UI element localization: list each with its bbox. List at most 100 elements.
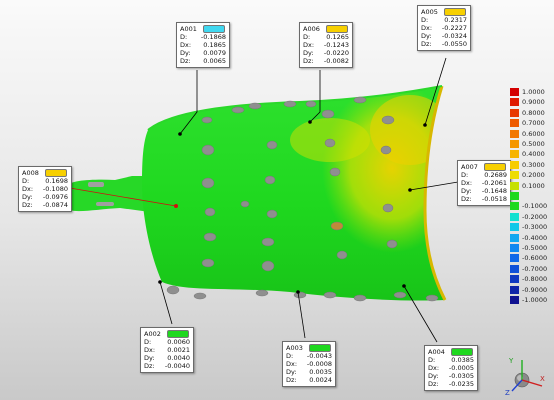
scale-swatch xyxy=(510,202,519,211)
annotation-color-swatch xyxy=(309,343,331,352)
scale-entry: 0.5000 xyxy=(510,139,552,149)
annotation-dy-value: 0.0035 xyxy=(309,368,332,376)
scale-swatch xyxy=(510,285,519,294)
scale-entry: -0.6000 xyxy=(510,253,552,263)
field-label-dz: Dz: xyxy=(303,57,314,65)
annotation-dz-value: -0.0082 xyxy=(323,57,349,65)
field-label-dz: Dz: xyxy=(180,57,191,65)
annotation-dy-value: -0.0324 xyxy=(441,32,467,40)
scale-label: 0.3000 xyxy=(522,160,545,169)
annotation-d-value: 0.0060 xyxy=(167,338,190,346)
annotation-dy-value: -0.0305 xyxy=(448,372,474,380)
field-label-d: D: xyxy=(303,33,311,41)
annotation-color-swatch xyxy=(451,347,473,356)
annotation-color-swatch xyxy=(167,329,189,338)
annotation-dz-value: 0.0024 xyxy=(309,376,332,384)
scale-label: 0.6000 xyxy=(522,129,545,138)
annotation-id: A007 xyxy=(461,162,478,171)
scale-swatch xyxy=(510,88,519,96)
field-label-dy: Dy: xyxy=(22,193,33,201)
annotation-a007[interactable]: A007 D: 0.2689 Dx: -0.2061 Dy: -0.1648 Dz: -… xyxy=(457,160,511,206)
field-label-dy: Dy: xyxy=(180,49,191,57)
scale-swatch xyxy=(510,223,519,232)
annotation-d-value: 0.1265 xyxy=(326,33,349,41)
annotation-dy-value: 0.0079 xyxy=(203,49,226,57)
annotation-a002[interactable]: A002 D: 0.0060 Dx: 0.0021 Dy: 0.0040 Dz: -0.… xyxy=(140,327,194,373)
scale-label: -0.6000 xyxy=(522,254,548,263)
scale-swatch xyxy=(510,254,519,263)
field-label-dy: Dy: xyxy=(303,49,314,57)
field-label-dy: Dy: xyxy=(144,354,155,362)
annotation-d-value: -0.0043 xyxy=(306,352,332,360)
measure-point-a006 xyxy=(308,120,312,124)
measure-point-a002 xyxy=(158,280,162,284)
scale-swatch xyxy=(510,296,519,304)
field-label-dy: Dy: xyxy=(421,32,432,40)
annotation-dx-value: -0.0008 xyxy=(306,360,332,368)
3d-viewport[interactable]: A001 D: -0.1868 Dx: 0.1865 Dy: 0.0079 Dz: 0.… xyxy=(0,0,554,400)
annotation-id: A003 xyxy=(286,343,303,352)
annotation-a004[interactable]: A004 D: 0.0385 Dx: -0.0005 Dy: -0.0305 Dz: -… xyxy=(424,345,478,391)
scale-entry: -0.4000 xyxy=(510,233,552,243)
scale-entry: 0.7000 xyxy=(510,118,552,128)
measure-point-a007 xyxy=(408,188,412,192)
field-label-dz: Dz: xyxy=(461,195,472,203)
field-label-dx: Dx: xyxy=(180,41,192,49)
scale-entry: 0.8000 xyxy=(510,108,552,118)
scale-label: 1.0000 xyxy=(522,88,545,96)
annotation-id: A005 xyxy=(421,7,438,16)
annotation-id: A004 xyxy=(428,347,445,356)
color-scale-legend: 1.0000 0.9000 0.8000 0.7000 0.6000 0.5000 0.40… xyxy=(510,87,554,305)
annotation-dx-value: -0.2061 xyxy=(481,179,507,187)
field-label-dx: Dx: xyxy=(286,360,298,368)
scale-swatch xyxy=(510,98,519,107)
annotation-d-value: 0.0385 xyxy=(451,356,474,364)
stem-defect xyxy=(96,202,114,206)
annotation-a008[interactable]: A008 D: 0.1698 Dx: -0.1080 Dy: -0.0976 Dz: -… xyxy=(18,166,72,212)
measure-point-a003 xyxy=(296,290,300,294)
annotation-color-swatch xyxy=(484,162,506,171)
annotation-dx-value: -0.2227 xyxy=(441,24,467,32)
field-label-dy: Dy: xyxy=(461,187,472,195)
annotation-dy-value: -0.1648 xyxy=(481,187,507,195)
scale-entry: -0.1000 xyxy=(510,201,552,211)
stem-defect xyxy=(88,182,104,187)
field-label-d: D: xyxy=(180,33,188,41)
annotation-dy-value: 0.0040 xyxy=(167,354,190,362)
scale-label: -0.5000 xyxy=(522,244,548,252)
field-label-dz: Dz: xyxy=(428,380,439,388)
annotation-a005[interactable]: A005 D: 0.2317 Dx: -0.2227 Dy: -0.0324 Dz: -… xyxy=(417,5,471,51)
scale-swatch xyxy=(510,150,519,159)
scale-label: 0.7000 xyxy=(522,119,545,128)
annotation-d-value: 0.2689 xyxy=(484,171,507,179)
annotation-dx-value: 0.0021 xyxy=(167,346,190,354)
annotation-id: A001 xyxy=(180,24,197,33)
measure-point-a005 xyxy=(423,123,427,127)
annotation-id: A006 xyxy=(303,24,320,33)
annotation-dy-value: -0.0976 xyxy=(42,193,68,201)
scale-entry xyxy=(510,191,552,201)
scale-entry: 0.4000 xyxy=(510,149,552,159)
annotation-a003[interactable]: A003 D: -0.0043 Dx: -0.0008 Dy: 0.0035 Dz: 0… xyxy=(282,341,336,387)
scale-label: -0.4000 xyxy=(522,233,548,242)
scale-entry: 0.2000 xyxy=(510,170,552,180)
field-label-d: D: xyxy=(461,171,469,179)
scale-entry: -0.7000 xyxy=(510,264,552,274)
annotation-id: A008 xyxy=(22,168,39,177)
annotation-d-value: 0.1698 xyxy=(45,177,68,185)
field-label-d: D: xyxy=(286,352,294,360)
scale-label: 0.8000 xyxy=(522,108,545,117)
scale-entry: -0.8000 xyxy=(510,274,552,284)
scale-swatch xyxy=(510,129,519,138)
annotation-dz-value: -0.0235 xyxy=(448,380,474,388)
annotation-a006[interactable]: A006 D: 0.1265 Dx: -0.1243 Dy: -0.0220 Dz: -… xyxy=(299,22,353,68)
axis-triad[interactable]: Y X Z xyxy=(502,352,548,396)
measure-point-a001 xyxy=(178,132,182,136)
annotation-a001[interactable]: A001 D: -0.1868 Dx: 0.1865 Dy: 0.0079 Dz: 0.… xyxy=(176,22,230,68)
scale-swatch xyxy=(510,212,519,221)
scale-label: -0.7000 xyxy=(522,264,548,273)
scale-swatch xyxy=(510,160,519,169)
scale-label: 0.5000 xyxy=(522,140,545,148)
field-label-dx: Dx: xyxy=(144,346,156,354)
field-label-dx: Dx: xyxy=(421,24,433,32)
